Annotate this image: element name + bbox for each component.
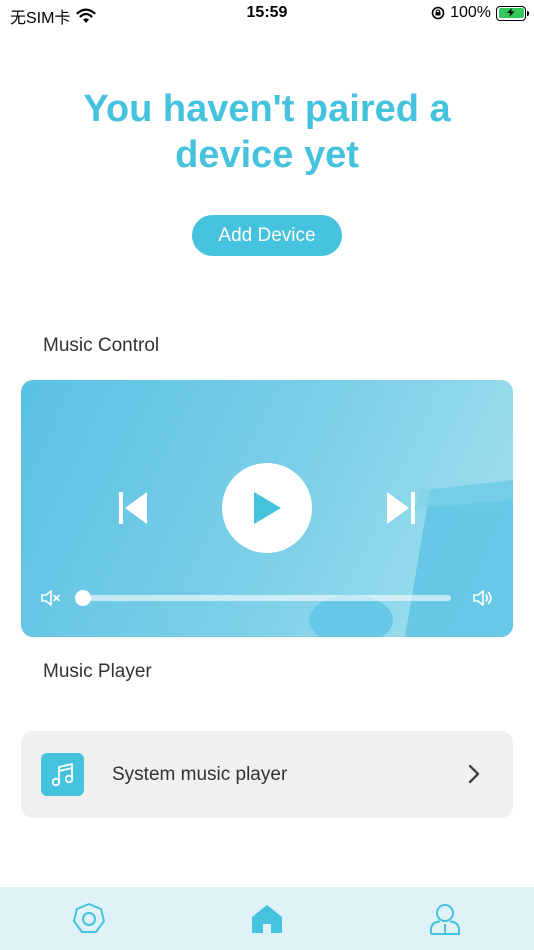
music-control-label: Music Control [43,335,160,356]
home-icon [252,905,282,933]
volume-icon[interactable] [472,588,494,608]
tab-bar [0,887,534,950]
tab-devices[interactable] [71,901,107,937]
volume-slider-thumb[interactable] [75,590,91,606]
system-music-player-label: System music player [112,764,288,785]
music-control-card [21,380,513,637]
system-music-player-row[interactable]: System music player [21,731,513,818]
mute-icon[interactable] [40,588,62,608]
add-device-button[interactable]: Add Device [192,215,342,256]
tab-home[interactable] [249,901,285,937]
device-icon [73,903,105,933]
next-button[interactable] [383,490,417,526]
status-bar: 无SIM卡 15:59 100% [0,0,534,28]
battery-icon [496,5,529,21]
battery-percent: 100% [450,4,491,21]
music-note-icon [41,753,84,796]
previous-button[interactable] [117,490,151,526]
orientation-lock-icon [431,6,445,20]
volume-slider[interactable] [75,590,451,606]
status-right: 100% [431,4,529,22]
play-button[interactable] [222,463,312,553]
tab-profile[interactable] [427,901,463,937]
music-player-label: Music Player [43,661,152,682]
play-icon [254,492,281,524]
profile-icon [430,904,460,935]
page-title: You haven't paired a device yet [83,88,451,176]
chevron-right-icon [468,764,480,784]
